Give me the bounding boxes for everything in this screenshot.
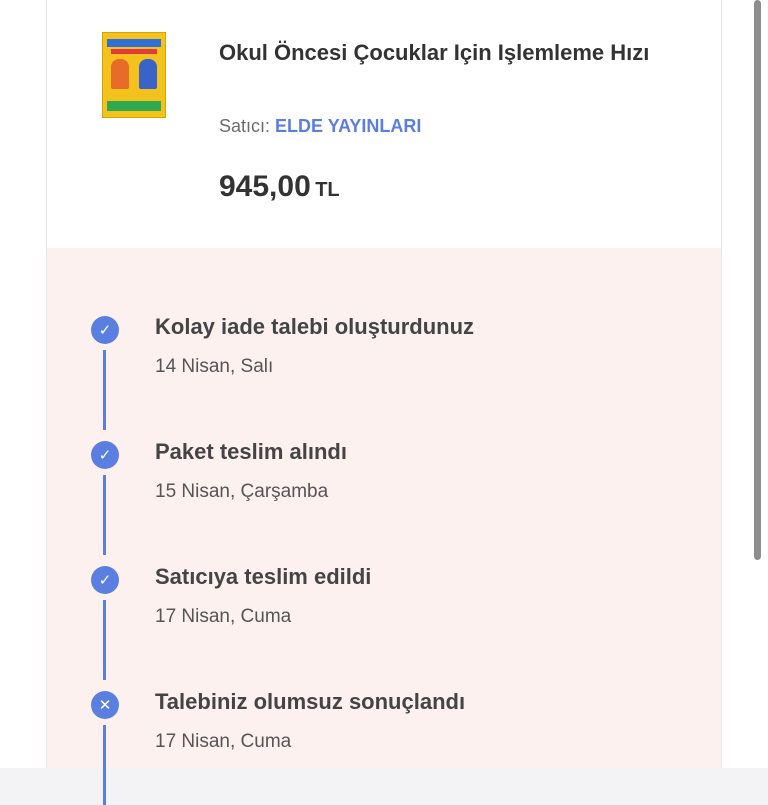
- scrollbar[interactable]: [754, 0, 761, 560]
- seller-info: Satıcı: ELDE YAYINLARI: [219, 116, 421, 137]
- price-amount: 945,00: [219, 170, 311, 203]
- timeline-step-date: 17 Nisan, Cuma: [155, 731, 292, 752]
- check-icon: ✓: [91, 316, 119, 344]
- book-cover-figure-right: [139, 59, 157, 89]
- timeline-step: ✕ Talebiniz olumsuz sonuçlandı 17 Nisan,…: [47, 623, 721, 805]
- timeline-step-title: Kolay iade talebi oluşturdunuz: [155, 314, 475, 339]
- check-icon: ✓: [91, 441, 119, 469]
- timeline-step: ✓ Paket teslim alındı 15 Nisan, Çarşamba: [47, 373, 721, 555]
- page-background-right: [722, 0, 768, 768]
- product-title[interactable]: Okul Öncesi Çocuklar Için Işlemleme Hızı: [219, 34, 689, 72]
- return-status-timeline: ✓ Kolay iade talebi oluşturdunuz 14 Nisa…: [47, 248, 721, 805]
- book-cover-header: [107, 39, 161, 47]
- seller-link[interactable]: ELDE YAYINLARI: [275, 116, 421, 136]
- book-cover-figure-left: [111, 59, 129, 89]
- return-detail-card: Okul Öncesi Çocuklar Için Işlemleme Hızı…: [46, 0, 722, 805]
- price-currency: TL: [315, 179, 340, 201]
- book-cover-title: [111, 49, 157, 54]
- close-icon: ✕: [91, 691, 119, 719]
- timeline-connector: [103, 725, 106, 805]
- check-icon: ✓: [91, 566, 119, 594]
- timeline-step-title: Paket teslim alındı: [155, 439, 347, 464]
- product-price: 945,00 TL: [219, 170, 340, 204]
- seller-label: Satıcı:: [219, 116, 271, 136]
- product-image[interactable]: [102, 32, 166, 118]
- product-summary: Okul Öncesi Çocuklar Için Işlemleme Hızı…: [47, 0, 721, 248]
- page-background-left: [0, 0, 46, 768]
- timeline-step: ✓ Satıcıya teslim edildi 17 Nisan, Cuma: [47, 498, 721, 680]
- timeline-step-title: Satıcıya teslim edildi: [155, 564, 372, 589]
- book-cover-footer: [107, 101, 161, 111]
- timeline-step: ✓ Kolay iade talebi oluşturdunuz 14 Nisa…: [47, 248, 721, 430]
- timeline-step-title: Talebiniz olumsuz sonuçlandı: [155, 689, 466, 714]
